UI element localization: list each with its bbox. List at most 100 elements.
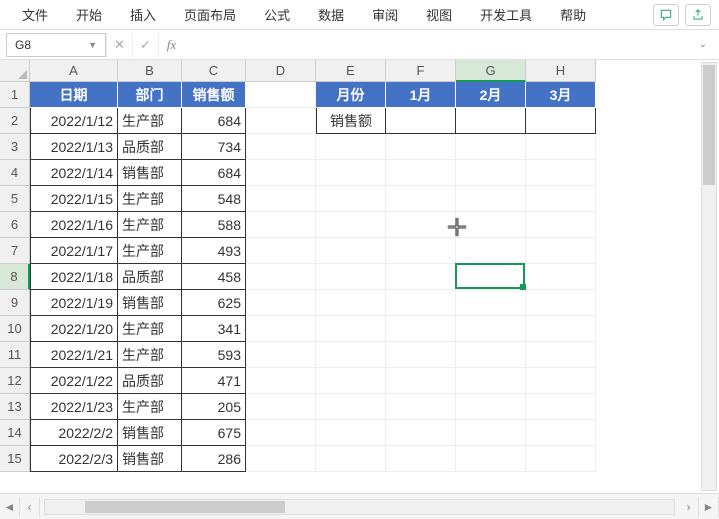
accept-icon[interactable]: ✓ [132,33,158,57]
cell-C14[interactable]: 675 [182,420,246,446]
cell-F4[interactable] [386,160,456,186]
cell-D10[interactable] [246,316,316,342]
cell-G8[interactable] [456,264,526,290]
cell-A13[interactable]: 2022/1/23 [30,394,118,420]
cell-G10[interactable] [456,316,526,342]
cell-C2[interactable]: 684 [182,108,246,134]
scroll-left-icon[interactable]: ‹ [20,497,40,517]
cell-F6[interactable] [386,212,456,238]
cell-C11[interactable]: 593 [182,342,246,368]
cell-F8[interactable] [386,264,456,290]
cell-B6[interactable]: 生产部 [118,212,182,238]
column-header-C[interactable]: C [182,60,246,82]
cell-H10[interactable] [526,316,596,342]
cell-E10[interactable] [316,316,386,342]
cell-E3[interactable] [316,134,386,160]
menu-help[interactable]: 帮助 [546,1,600,28]
cell-A6[interactable]: 2022/1/16 [30,212,118,238]
cell-H6[interactable] [526,212,596,238]
cell-F5[interactable] [386,186,456,212]
chevron-down-icon[interactable]: ▼ [88,40,97,50]
cell-F14[interactable] [386,420,456,446]
row-header-10[interactable]: 10 [0,316,30,342]
cell-C4[interactable]: 684 [182,160,246,186]
cell-B2[interactable]: 生产部 [118,108,182,134]
cell-E14[interactable] [316,420,386,446]
row-header-3[interactable]: 3 [0,134,30,160]
cell-D1[interactable] [246,82,316,108]
cell-G1[interactable]: 2月 [456,82,526,108]
menu-page-layout[interactable]: 页面布局 [170,1,250,28]
cell-A4[interactable]: 2022/1/14 [30,160,118,186]
cell-D3[interactable] [246,134,316,160]
row-header-5[interactable]: 5 [0,186,30,212]
cell-G2[interactable] [456,108,526,134]
cell-F1[interactable]: 1月 [386,82,456,108]
comment-icon[interactable] [653,4,679,26]
column-header-F[interactable]: F [386,60,456,82]
cell-A1[interactable]: 日期 [30,82,118,108]
row-header-1[interactable]: 1 [0,82,30,108]
cell-H12[interactable] [526,368,596,394]
name-box[interactable]: G8 ▼ [6,33,106,57]
column-header-A[interactable]: A [30,60,118,82]
cell-B12[interactable]: 品质部 [118,368,182,394]
cell-C1[interactable]: 销售额 [182,82,246,108]
cell-E4[interactable] [316,160,386,186]
cell-D4[interactable] [246,160,316,186]
cell-F15[interactable] [386,446,456,472]
column-header-E[interactable]: E [316,60,386,82]
cell-G11[interactable] [456,342,526,368]
cell-E2[interactable]: 销售额 [316,108,386,134]
cell-D7[interactable] [246,238,316,264]
cell-E9[interactable] [316,290,386,316]
cell-A9[interactable]: 2022/1/19 [30,290,118,316]
scroll-left-start-icon[interactable]: ◄ [0,497,20,517]
cell-G12[interactable] [456,368,526,394]
cell-C13[interactable]: 205 [182,394,246,420]
fx-icon[interactable]: fx [158,33,184,57]
cell-F10[interactable] [386,316,456,342]
menu-dev-tools[interactable]: 开发工具 [466,1,546,28]
cell-B7[interactable]: 生产部 [118,238,182,264]
cell-E13[interactable] [316,394,386,420]
cell-B15[interactable]: 销售部 [118,446,182,472]
cell-E8[interactable] [316,264,386,290]
cell-C15[interactable]: 286 [182,446,246,472]
row-header-13[interactable]: 13 [0,394,30,420]
cell-H2[interactable] [526,108,596,134]
cell-F13[interactable] [386,394,456,420]
cell-G5[interactable] [456,186,526,212]
row-header-12[interactable]: 12 [0,368,30,394]
cell-A2[interactable]: 2022/1/12 [30,108,118,134]
cell-D9[interactable] [246,290,316,316]
cell-F9[interactable] [386,290,456,316]
row-header-14[interactable]: 14 [0,420,30,446]
cell-H1[interactable]: 3月 [526,82,596,108]
column-header-B[interactable]: B [118,60,182,82]
cell-H13[interactable] [526,394,596,420]
formula-expand-icon[interactable]: ⌄ [693,39,713,50]
select-all-corner[interactable] [0,60,30,82]
cell-C7[interactable]: 493 [182,238,246,264]
cell-G7[interactable] [456,238,526,264]
row-header-8[interactable]: 8 [0,264,30,290]
row-header-2[interactable]: 2 [0,108,30,134]
cell-C6[interactable]: 588 [182,212,246,238]
cell-B9[interactable]: 销售部 [118,290,182,316]
cell-A11[interactable]: 2022/1/21 [30,342,118,368]
menu-data[interactable]: 数据 [304,1,358,28]
row-header-15[interactable]: 15 [0,446,30,472]
cell-C5[interactable]: 548 [182,186,246,212]
scroll-right-icon[interactable]: › [679,497,699,517]
cell-D11[interactable] [246,342,316,368]
cell-B1[interactable]: 部门 [118,82,182,108]
cell-H15[interactable] [526,446,596,472]
cell-C8[interactable]: 458 [182,264,246,290]
cell-D6[interactable] [246,212,316,238]
row-header-4[interactable]: 4 [0,160,30,186]
cell-E1[interactable]: 月份 [316,82,386,108]
cell-C12[interactable]: 471 [182,368,246,394]
cell-G4[interactable] [456,160,526,186]
cell-G9[interactable] [456,290,526,316]
